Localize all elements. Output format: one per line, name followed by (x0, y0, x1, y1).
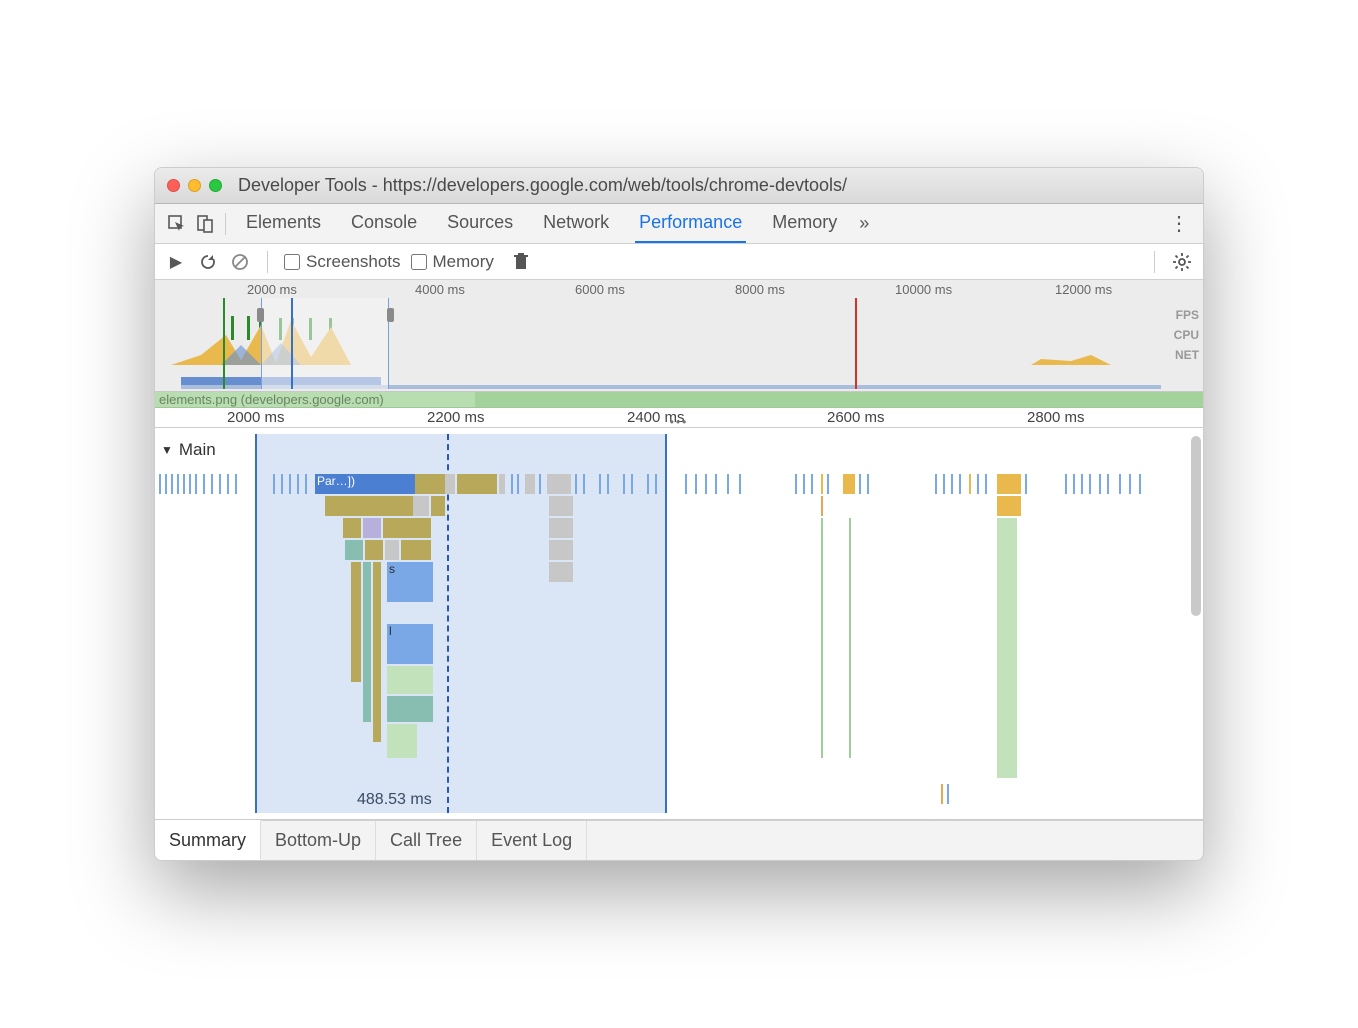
memory-label: Memory (433, 252, 494, 272)
ruler-grip-icon[interactable]: ••• (670, 415, 689, 429)
flame-bar[interactable] (345, 540, 363, 560)
flame-bar[interactable] (549, 540, 573, 560)
flame-bar-s[interactable]: s (387, 562, 433, 602)
fps-label: FPS (1174, 308, 1199, 322)
ruler-tick: 2600 ms (827, 409, 885, 426)
traffic-lights (167, 179, 222, 192)
divider (225, 213, 226, 235)
selection-handle-left[interactable] (257, 308, 264, 322)
flame-bar[interactable] (385, 540, 399, 560)
flame-bar[interactable] (413, 496, 429, 516)
overview-lane-labels: FPS CPU NET (1174, 308, 1199, 362)
screenshots-input[interactable] (284, 254, 300, 270)
flame-bar[interactable] (499, 474, 505, 494)
divider (267, 251, 268, 273)
flame-canvas[interactable]: 488.53 ms (155, 428, 1189, 819)
screenshots-checkbox[interactable]: Screenshots (284, 252, 401, 272)
flame-chart[interactable]: ▼ Main 488.53 ms (155, 428, 1203, 820)
gc-icon[interactable] (510, 251, 532, 273)
overview-tick: 8000 ms (735, 282, 785, 297)
flame-bar[interactable] (549, 496, 573, 516)
overview-timeline[interactable]: 2000 ms 4000 ms 6000 ms 8000 ms 10000 ms… (155, 280, 1203, 392)
flame-bar[interactable] (363, 518, 381, 538)
flame-bar[interactable] (415, 474, 445, 494)
memory-input[interactable] (411, 254, 427, 270)
flame-bar[interactable] (401, 540, 431, 560)
divider (1154, 251, 1155, 273)
titlebar[interactable]: Developer Tools - https://developers.goo… (155, 168, 1203, 204)
tab-console[interactable]: Console (347, 204, 421, 243)
flame-bar[interactable] (525, 474, 535, 494)
memory-checkbox[interactable]: Memory (411, 252, 494, 272)
dtab-event-log[interactable]: Event Log (477, 821, 587, 860)
flame-bar[interactable] (387, 696, 433, 722)
record-icon[interactable]: ▶ (165, 251, 187, 273)
device-toggle-icon[interactable] (191, 210, 219, 238)
overview-tick: 4000 ms (415, 282, 465, 297)
flame-bar[interactable] (997, 518, 1017, 778)
kebab-menu-icon[interactable]: ⋮ (1163, 211, 1195, 236)
flame-bar[interactable] (365, 540, 383, 560)
flame-bar[interactable] (549, 518, 573, 538)
flame-bar[interactable] (843, 474, 855, 494)
ruler-tick: 2000 ms (227, 409, 285, 426)
tab-performance[interactable]: Performance (635, 204, 746, 243)
details-tabs: Summary Bottom-Up Call Tree Event Log (155, 820, 1203, 860)
tab-memory[interactable]: Memory (768, 204, 841, 243)
more-tabs-icon[interactable]: » (859, 213, 869, 234)
flame-bar[interactable] (997, 496, 1021, 516)
overview-tick: 6000 ms (575, 282, 625, 297)
clear-icon[interactable] (229, 251, 251, 273)
ruler-tick: 2200 ms (427, 409, 485, 426)
panel-tabstrip: Elements Console Sources Network Perform… (155, 204, 1203, 244)
flame-bar[interactable] (445, 474, 455, 494)
perf-toolbar: ▶ Screenshots Memory (155, 244, 1203, 280)
close-icon[interactable] (167, 179, 180, 192)
zoom-icon[interactable] (209, 179, 222, 192)
flame-task[interactable]: Par…]) (315, 474, 415, 494)
window-title: Developer Tools - https://developers.goo… (238, 175, 847, 196)
ruler-tick: 2800 ms (1027, 409, 1085, 426)
overview-graph[interactable] (171, 298, 1157, 389)
flame-bar[interactable] (325, 496, 413, 516)
flame-bar[interactable] (549, 562, 573, 582)
reload-icon[interactable] (197, 251, 219, 273)
net-label: NET (1174, 348, 1199, 362)
tab-sources[interactable]: Sources (443, 204, 517, 243)
flame-scrollbar[interactable] (1191, 436, 1201, 616)
flame-bar[interactable] (431, 496, 445, 516)
flame-bar-l[interactable]: l (387, 624, 433, 664)
tab-elements[interactable]: Elements (242, 204, 325, 243)
overview-tick: 10000 ms (895, 282, 952, 297)
frame-resource-label: elements.png (developers.google.com) (159, 392, 384, 407)
flame-bar[interactable] (387, 666, 433, 694)
overview-tick: 2000 ms (247, 282, 297, 297)
frames-strip: elements.png (developers.google.com) (155, 392, 1203, 408)
minimize-icon[interactable] (188, 179, 201, 192)
screenshots-label: Screenshots (306, 252, 401, 272)
devtools-window: Developer Tools - https://developers.goo… (154, 167, 1204, 861)
dtab-call-tree[interactable]: Call Tree (376, 821, 477, 860)
flame-bar[interactable] (387, 724, 417, 758)
selection-handle-right[interactable] (387, 308, 394, 322)
panel-tabs: Elements Console Sources Network Perform… (242, 204, 841, 243)
flame-bar[interactable] (997, 474, 1021, 494)
detail-ruler[interactable]: elements.png (developers.google.com) 200… (155, 392, 1203, 428)
flame-bar[interactable] (363, 562, 371, 722)
settings-icon[interactable] (1171, 251, 1193, 273)
tab-network[interactable]: Network (539, 204, 613, 243)
flame-bar[interactable] (547, 474, 571, 494)
flame-bar[interactable] (383, 518, 431, 538)
dtab-bottom-up[interactable]: Bottom-Up (261, 821, 376, 860)
flame-bar[interactable] (373, 562, 381, 742)
inspect-icon[interactable] (163, 210, 191, 238)
selection-duration: 488.53 ms (357, 791, 432, 809)
flame-bar[interactable] (457, 474, 497, 494)
overview-selection[interactable] (261, 298, 389, 389)
flame-bar[interactable] (343, 518, 361, 538)
cpu-label: CPU (1174, 328, 1199, 342)
overview-tick: 12000 ms (1055, 282, 1112, 297)
dtab-summary[interactable]: Summary (155, 820, 261, 860)
flame-bar[interactable] (351, 562, 361, 682)
